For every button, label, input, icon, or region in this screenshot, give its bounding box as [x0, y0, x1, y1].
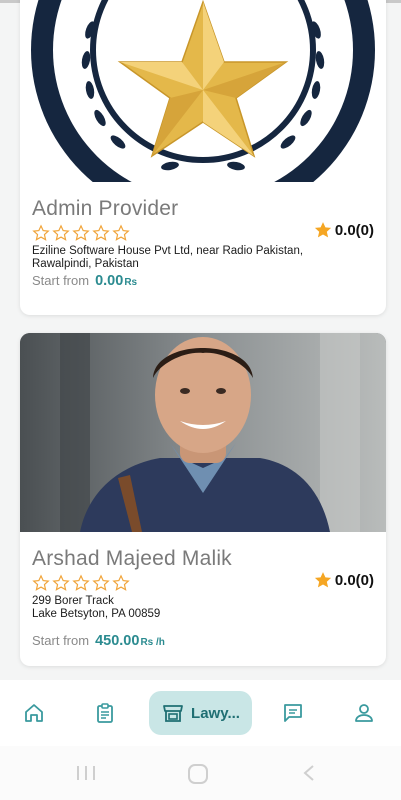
- price-row: Start from 0.00 Rs: [32, 273, 137, 289]
- provider-address: 299 Borer Track Lake Betsyton, PA 00859: [32, 595, 332, 621]
- address-line: Eziline Software House Pvt Ltd, near Rad…: [32, 245, 304, 257]
- nav-lawyers-label: Lawy...: [191, 704, 240, 722]
- provider-card[interactable]: Admin Provider 0.0(0) Eziline Software H…: [20, 0, 386, 315]
- star-outline-icon: [52, 224, 70, 241]
- nav-home[interactable]: [14, 691, 54, 735]
- price-label: Start from: [32, 633, 90, 648]
- star-outline-icon: [92, 224, 110, 241]
- system-navigation-bar: [0, 746, 401, 800]
- recents-icon[interactable]: [75, 764, 97, 782]
- star-outline-icon: [112, 224, 130, 241]
- star-outline-icon: [72, 224, 90, 241]
- provider-name: Arshad Majeed Malik: [32, 547, 232, 570]
- address-line: 299 Borer Track: [32, 595, 114, 607]
- back-icon[interactable]: [302, 764, 316, 782]
- price-unit: Rs: [124, 277, 138, 288]
- star-outline-icon: [32, 224, 50, 241]
- address-line: Lake Betsyton, PA 00859: [32, 608, 161, 620]
- star-rating: [32, 574, 130, 594]
- star-outline-icon: [112, 574, 130, 591]
- price-label: Start from: [32, 273, 90, 288]
- home-icon: [25, 704, 43, 722]
- star-filled-icon: [314, 222, 331, 238]
- star-filled-icon: [314, 572, 331, 588]
- rating-value: 0.0(0): [334, 221, 374, 239]
- home-circle-icon[interactable]: [187, 764, 209, 784]
- nav-lawyers[interactable]: Lawy...: [149, 691, 252, 735]
- provider-name: Admin Provider: [32, 197, 179, 220]
- star-outline-icon: [92, 574, 110, 591]
- person-icon: [355, 704, 373, 722]
- star-rating: [32, 224, 130, 244]
- nav-profile[interactable]: [344, 691, 384, 735]
- rating-summary: 0.0(0): [313, 570, 374, 590]
- address-line: Rawalpindi, Pakistan: [32, 258, 139, 270]
- star-outline-icon: [72, 574, 90, 591]
- price-value: 0.00: [95, 273, 124, 289]
- store-icon: [163, 705, 183, 722]
- provider-card[interactable]: Arshad Majeed Malik 0.0(0) 299 Borer Tra…: [20, 333, 386, 666]
- rating-summary: 0.0(0): [313, 220, 374, 240]
- price-unit: Rs /h: [140, 637, 165, 648]
- star-outline-icon: [52, 574, 70, 591]
- bottom-navigation: Lawy...: [0, 680, 401, 746]
- provider-photo: [20, 333, 386, 532]
- nav-messages[interactable]: [273, 691, 313, 735]
- star-outline-icon: [32, 574, 50, 591]
- nav-bookings[interactable]: [85, 691, 125, 735]
- provider-address: Eziline Software House Pvt Ltd, near Rad…: [32, 245, 332, 271]
- provider-logo-image: [20, 0, 386, 182]
- rating-value: 0.0(0): [334, 571, 374, 589]
- clipboard-icon: [97, 703, 113, 723]
- chat-icon: [284, 704, 302, 722]
- price-value: 450.00: [95, 633, 140, 649]
- price-row: Start from 450.00 Rs /h: [32, 633, 165, 649]
